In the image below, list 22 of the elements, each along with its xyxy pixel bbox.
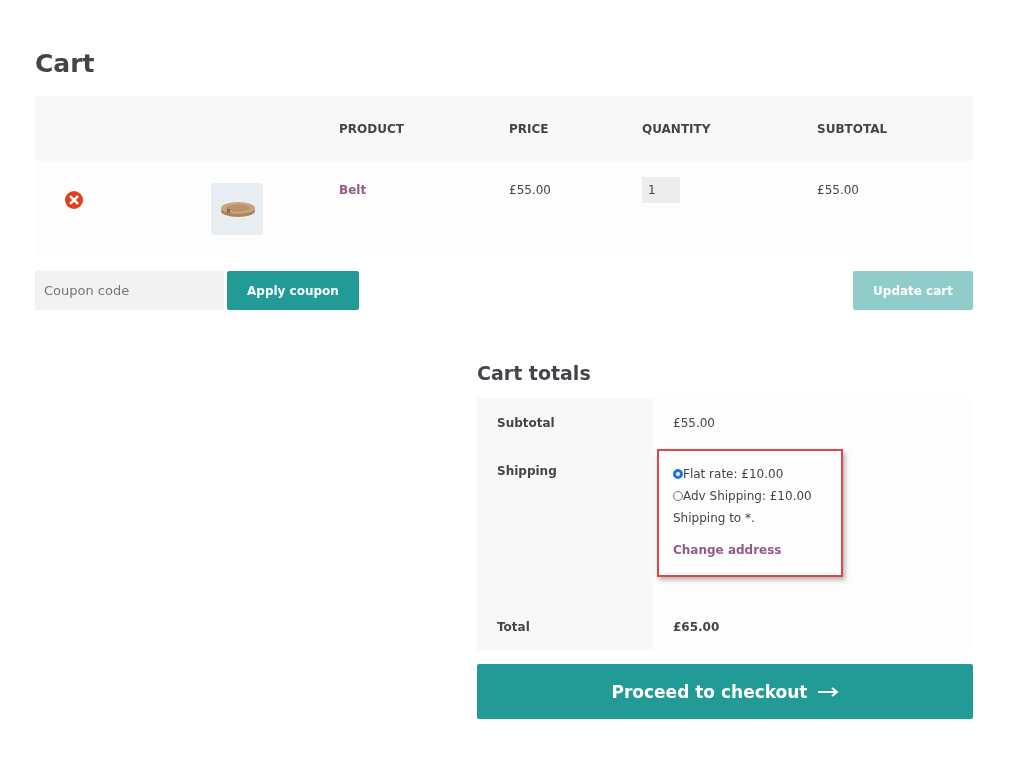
table-cell-text: £55.00	[509, 182, 552, 197]
table-cell-text: £55.00	[817, 182, 860, 197]
column-header: QUANTITY	[642, 121, 712, 136]
shipping-destination: Shipping to *.	[673, 510, 756, 527]
row-label: Subtotal	[477, 398, 653, 446]
row-label: Shipping	[477, 446, 653, 602]
coupon-field[interactable]: Coupon code	[35, 271, 224, 310]
column-header: SUBTOTAL	[817, 121, 889, 136]
quantity-field[interactable]: 1	[642, 177, 680, 203]
product-link[interactable]: Belt	[339, 183, 367, 197]
row-label: Total	[477, 602, 653, 650]
column-header: PRODUCT	[339, 121, 405, 136]
shipping-option[interactable]: Adv Shipping: £10.00	[673, 485, 841, 507]
section-title: Cart totals	[477, 362, 592, 386]
page-title: Cart	[35, 48, 96, 80]
arrow-icon	[817, 686, 839, 697]
apply-coupon-button[interactable]: Apply coupon	[227, 271, 359, 310]
change-address-link[interactable]: Change address	[673, 539, 782, 561]
shipping-option[interactable]: Flat rate: £10.00	[673, 463, 841, 485]
checkout-button[interactable]: Proceed to checkout	[477, 664, 973, 719]
column-header: PRICE	[509, 121, 550, 136]
remove-icon[interactable]	[65, 191, 83, 209]
